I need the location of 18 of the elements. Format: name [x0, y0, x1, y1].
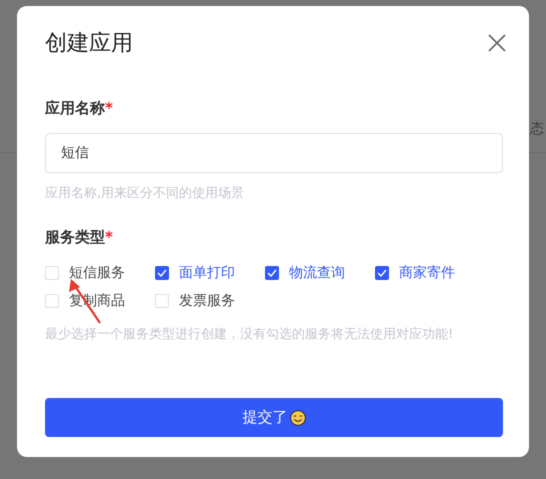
background-text: 态 — [530, 120, 544, 138]
checkbox[interactable] — [265, 266, 279, 280]
field-label: 服务类型* — [45, 227, 114, 247]
checkbox-option[interactable]: 物流查询 — [265, 264, 345, 282]
submit-button[interactable]: 提交了 — [45, 398, 503, 437]
checkbox[interactable] — [375, 266, 389, 280]
checkbox-option[interactable]: 短信服务 — [45, 264, 125, 282]
field-hint: 应用名称,用来区分不同的使用场景 — [45, 185, 246, 203]
field-label: 应用名称* — [45, 98, 114, 118]
dialog-title: 创建应用 — [45, 30, 133, 58]
close-button[interactable] — [487, 33, 507, 53]
services-hint: 最少选择一个服务类型进行创建，没有勾选的服务将无法使用对应功能! — [45, 326, 454, 344]
checkbox-option[interactable]: 面单打印 — [155, 264, 235, 282]
checkbox[interactable] — [155, 266, 169, 280]
checkbox-option[interactable]: 发票服务 — [155, 292, 235, 310]
checkbox-option[interactable]: 商家寄件 — [375, 264, 455, 282]
input-field[interactable]: 短信 — [45, 133, 503, 173]
smiley-icon — [290, 410, 306, 426]
